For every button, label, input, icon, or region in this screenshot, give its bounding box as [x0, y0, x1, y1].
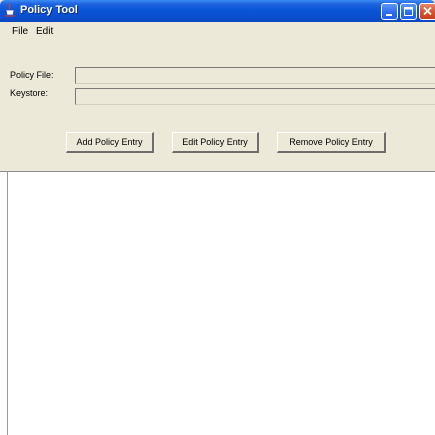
policy-form: Policy File: Keystore: Add Policy Entry …	[0, 44, 435, 172]
window-title: Policy Tool	[20, 4, 78, 16]
maximize-button[interactable]	[400, 3, 417, 20]
menu-file[interactable]: File	[12, 26, 28, 37]
close-icon	[423, 6, 432, 16]
list-border	[7, 172, 8, 435]
maximize-icon	[404, 7, 413, 16]
remove-policy-entry-button[interactable]: Remove Policy Entry	[277, 132, 386, 153]
keystore-label: Keystore:	[10, 88, 49, 98]
menu-edit[interactable]: Edit	[36, 26, 53, 37]
edit-policy-entry-button[interactable]: Edit Policy Entry	[172, 132, 259, 153]
minimize-icon	[386, 14, 392, 16]
policy-tool-window: Policy Tool File Edit Policy File: Keyst…	[0, 0, 435, 435]
minimize-button[interactable]	[381, 3, 398, 20]
java-cup-icon	[4, 3, 16, 17]
keystore-field[interactable]	[75, 88, 435, 105]
policy-file-label: Policy File:	[10, 70, 54, 80]
close-button[interactable]	[419, 3, 435, 20]
policy-entry-list[interactable]	[0, 172, 435, 435]
add-policy-entry-button[interactable]: Add Policy Entry	[66, 132, 154, 153]
title-bar[interactable]: Policy Tool	[0, 0, 435, 22]
policy-file-field[interactable]	[75, 67, 435, 84]
menu-bar: File Edit	[0, 22, 435, 44]
